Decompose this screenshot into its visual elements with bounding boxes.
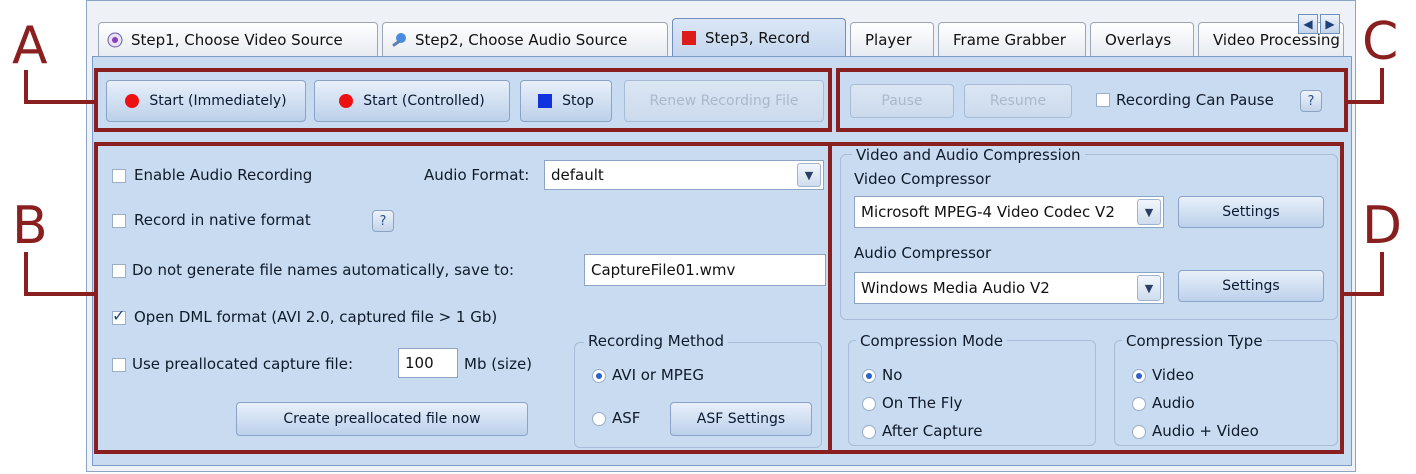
checkmark-icon: ✓ — [112, 306, 126, 325]
type-audio-label: Audio — [1152, 394, 1195, 412]
annotation-letter-d: D — [1362, 196, 1403, 256]
annotation-line-a-v — [24, 70, 28, 104]
annotation-line-a-h — [24, 100, 96, 104]
mode-on-the-fly-radio[interactable] — [862, 397, 876, 411]
annotation-line-c-h — [1346, 100, 1384, 104]
tab-scroll-left-icon[interactable]: ◀ — [1298, 14, 1318, 34]
record-icon — [682, 30, 696, 45]
chevron-down-icon: ▼ — [1137, 275, 1161, 301]
recording-can-pause-label: Recording Can Pause — [1116, 91, 1274, 109]
type-audio-video-label: Audio + Video — [1152, 422, 1259, 440]
compression-mode-title: Compression Mode — [856, 332, 1007, 350]
record-dot-icon — [339, 94, 354, 108]
type-video-radio[interactable] — [1132, 369, 1146, 383]
annotation-letter-c: C — [1362, 12, 1399, 72]
audio-settings-button[interactable]: Settings — [1178, 270, 1324, 302]
mode-after-capture-radio[interactable] — [862, 425, 876, 439]
annotation-line-b-h — [24, 292, 96, 296]
asf-settings-button[interactable]: ASF Settings — [670, 402, 812, 436]
tab-player[interactable]: Player — [850, 22, 934, 56]
mode-no-label: No — [882, 366, 903, 384]
renew-recording-file-button[interactable]: Renew Recording File — [624, 80, 824, 122]
record-dot-icon — [125, 94, 140, 108]
create-preallocated-file-button[interactable]: Create preallocated file now — [236, 402, 528, 436]
record-native-format-checkbox[interactable] — [112, 214, 126, 228]
annotation-line-c-v — [1380, 68, 1384, 104]
audio-format-select[interactable]: default ▼ — [544, 160, 824, 190]
recording-method-title: Recording Method — [584, 332, 729, 350]
tab-step1[interactable]: Step1, Choose Video Source — [98, 22, 378, 56]
avi-mpeg-radio[interactable] — [592, 369, 606, 383]
open-dml-format-label: Open DML format (AVI 2.0, captured file … — [134, 308, 498, 326]
annotation-line-b-v — [24, 252, 28, 296]
tab-step3[interactable]: Step3, Record — [672, 18, 846, 56]
annotation-line-d-h — [1342, 292, 1384, 296]
record-native-format-label: Record in native format — [134, 211, 311, 229]
tab-step2[interactable]: Step2, Choose Audio Source — [382, 22, 668, 56]
video-compressor-select[interactable]: Microsoft MPEG-4 Video Codec V2 ▼ — [854, 196, 1164, 228]
compression-title: Video and Audio Compression — [852, 146, 1085, 164]
enable-audio-recording-label: Enable Audio Recording — [134, 166, 313, 184]
annotation-line-d-v — [1380, 252, 1384, 296]
type-audio-video-radio[interactable] — [1132, 425, 1146, 439]
avi-mpeg-label: AVI or MPEG — [612, 366, 704, 384]
mode-no-radio[interactable] — [862, 369, 876, 383]
audio-compressor-label: Audio Compressor — [854, 244, 992, 262]
asf-radio[interactable] — [592, 412, 606, 426]
annotation-letter-b: B — [12, 196, 48, 256]
capture-filename-input[interactable]: CaptureFile01.wmv — [584, 254, 826, 286]
type-audio-radio[interactable] — [1132, 397, 1146, 411]
stop-square-icon — [538, 94, 553, 108]
tab-scroll-right-icon[interactable]: ▶ — [1320, 14, 1340, 34]
compression-type-title: Compression Type — [1122, 332, 1267, 350]
annotation-letter-a: A — [12, 16, 48, 76]
chevron-down-icon: ▼ — [797, 163, 821, 187]
mode-after-capture-label: After Capture — [882, 422, 983, 440]
enable-audio-recording-checkbox[interactable] — [112, 169, 126, 183]
audio-source-icon — [392, 32, 406, 47]
recording-can-pause-checkbox[interactable] — [1096, 93, 1110, 107]
help-button[interactable]: ? — [1300, 90, 1322, 112]
audio-format-label: Audio Format: — [424, 166, 530, 184]
asf-label: ASF — [612, 409, 641, 427]
mode-on-the-fly-label: On The Fly — [882, 394, 963, 412]
native-format-help-button[interactable]: ? — [372, 210, 394, 232]
no-auto-filenames-checkbox[interactable] — [112, 264, 126, 278]
prealloc-size-unit: Mb (size) — [464, 355, 533, 373]
chevron-down-icon: ▼ — [1137, 199, 1161, 225]
video-compressor-label: Video Compressor — [854, 170, 991, 188]
audio-compressor-select[interactable]: Windows Media Audio V2 ▼ — [854, 272, 1164, 304]
prealloc-size-input[interactable]: 100 — [398, 348, 458, 378]
pause-button[interactable]: Pause — [850, 84, 954, 118]
use-preallocated-file-checkbox[interactable] — [112, 358, 126, 372]
tab-overlays[interactable]: Overlays — [1090, 22, 1194, 56]
stop-button[interactable]: Stop — [520, 80, 612, 122]
tab-frame-grabber[interactable]: Frame Grabber — [938, 22, 1086, 56]
video-settings-button[interactable]: Settings — [1178, 196, 1324, 228]
type-video-label: Video — [1152, 366, 1195, 384]
start-immediately-button[interactable]: Start (Immediately) — [106, 80, 306, 122]
start-controlled-button[interactable]: Start (Controlled) — [314, 80, 510, 122]
resume-button[interactable]: Resume — [964, 84, 1072, 118]
video-source-icon — [107, 32, 123, 47]
use-preallocated-file-label: Use preallocated capture file: — [132, 355, 354, 373]
no-auto-filenames-label: Do not generate file names automatically… — [132, 261, 515, 279]
